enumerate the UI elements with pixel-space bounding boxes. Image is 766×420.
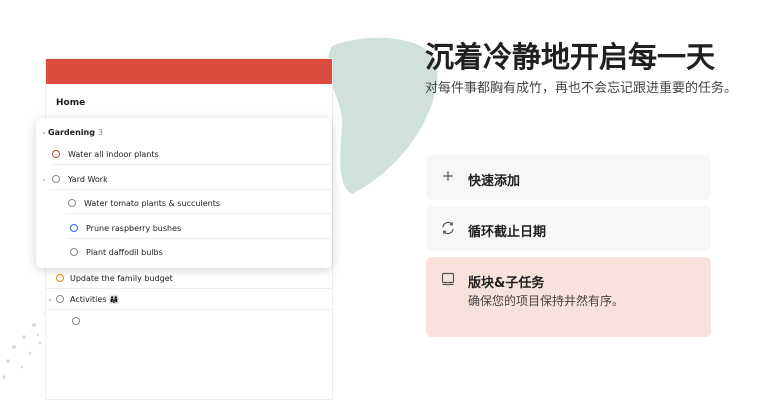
subtask-row[interactable]: Plant daffodil bulbs [36, 241, 332, 263]
app-top-bar [46, 59, 332, 84]
task-row-yard-work[interactable]: ⌄ Yard Work [36, 168, 332, 190]
section-header-gardening[interactable]: ⌄ Gardening 3 [36, 121, 332, 143]
floating-section-card: ⌄ Gardening 3 Water all indoor plants ⌄ … [36, 118, 332, 268]
task-row-partial[interactable] [46, 310, 332, 332]
recurring-icon [440, 220, 456, 236]
task-checkbox[interactable] [68, 199, 76, 207]
section-count: 3 [97, 127, 104, 137]
task-checkbox[interactable] [56, 295, 64, 303]
subtask-row[interactable]: Prune raspberry bushes [36, 217, 332, 239]
task-label: Prune raspberry bushes [86, 223, 182, 233]
task-checkbox[interactable] [72, 317, 80, 325]
hero-subtitle: 对每件事都胸有成竹，再也不会忘记跟进重要的任务。 [425, 81, 738, 96]
feature-label: 循环截止日期 [468, 225, 547, 240]
app-header-title: Home [56, 98, 86, 108]
task-label: Water all indoor plants [68, 149, 159, 159]
task-label: Update the family budget [70, 273, 173, 283]
feature-label: 快速添加 [468, 174, 521, 189]
hero-title: 沉着冷静地开启每一天 [425, 40, 716, 74]
task-label: Water tomato plants & succulents [84, 198, 221, 208]
subtask-row[interactable]: Water tomato plants & succulents [36, 192, 332, 214]
chevron-down-icon[interactable]: ⌄ [40, 175, 48, 183]
task-label: Activities 👨‍👩‍👧 [70, 294, 119, 304]
task-row[interactable]: Water all indoor plants [36, 143, 332, 165]
feature-label: 版块&子任务 [468, 276, 545, 291]
task-checkbox[interactable] [52, 150, 60, 158]
task-row-budget[interactable]: Update the family budget [46, 267, 332, 289]
task-label: Yard Work [68, 174, 108, 184]
chevron-down-icon[interactable]: ⌄ [40, 128, 48, 136]
feature-quick-add[interactable]: 快速添加 [426, 155, 711, 200]
chevron-down-icon[interactable]: ⌄ [46, 295, 54, 303]
feature-description: 确保您的项目保持井然有序。 [468, 294, 625, 308]
feature-sections-subtasks[interactable]: 版块&子任务 确保您的项目保持井然有序。 [426, 257, 711, 337]
task-checkbox[interactable] [70, 224, 78, 232]
task-label: Plant daffodil bulbs [86, 247, 163, 257]
board-icon [440, 271, 456, 287]
feature-recurring-dates[interactable]: 循环截止日期 [426, 206, 711, 251]
plus-icon [440, 169, 456, 185]
task-checkbox[interactable] [52, 175, 60, 183]
task-checkbox[interactable] [56, 274, 64, 282]
task-checkbox[interactable] [70, 248, 78, 256]
section-title: Gardening [48, 127, 95, 137]
task-row-activities[interactable]: ⌄ Activities 👨‍👩‍👧 [46, 288, 332, 310]
